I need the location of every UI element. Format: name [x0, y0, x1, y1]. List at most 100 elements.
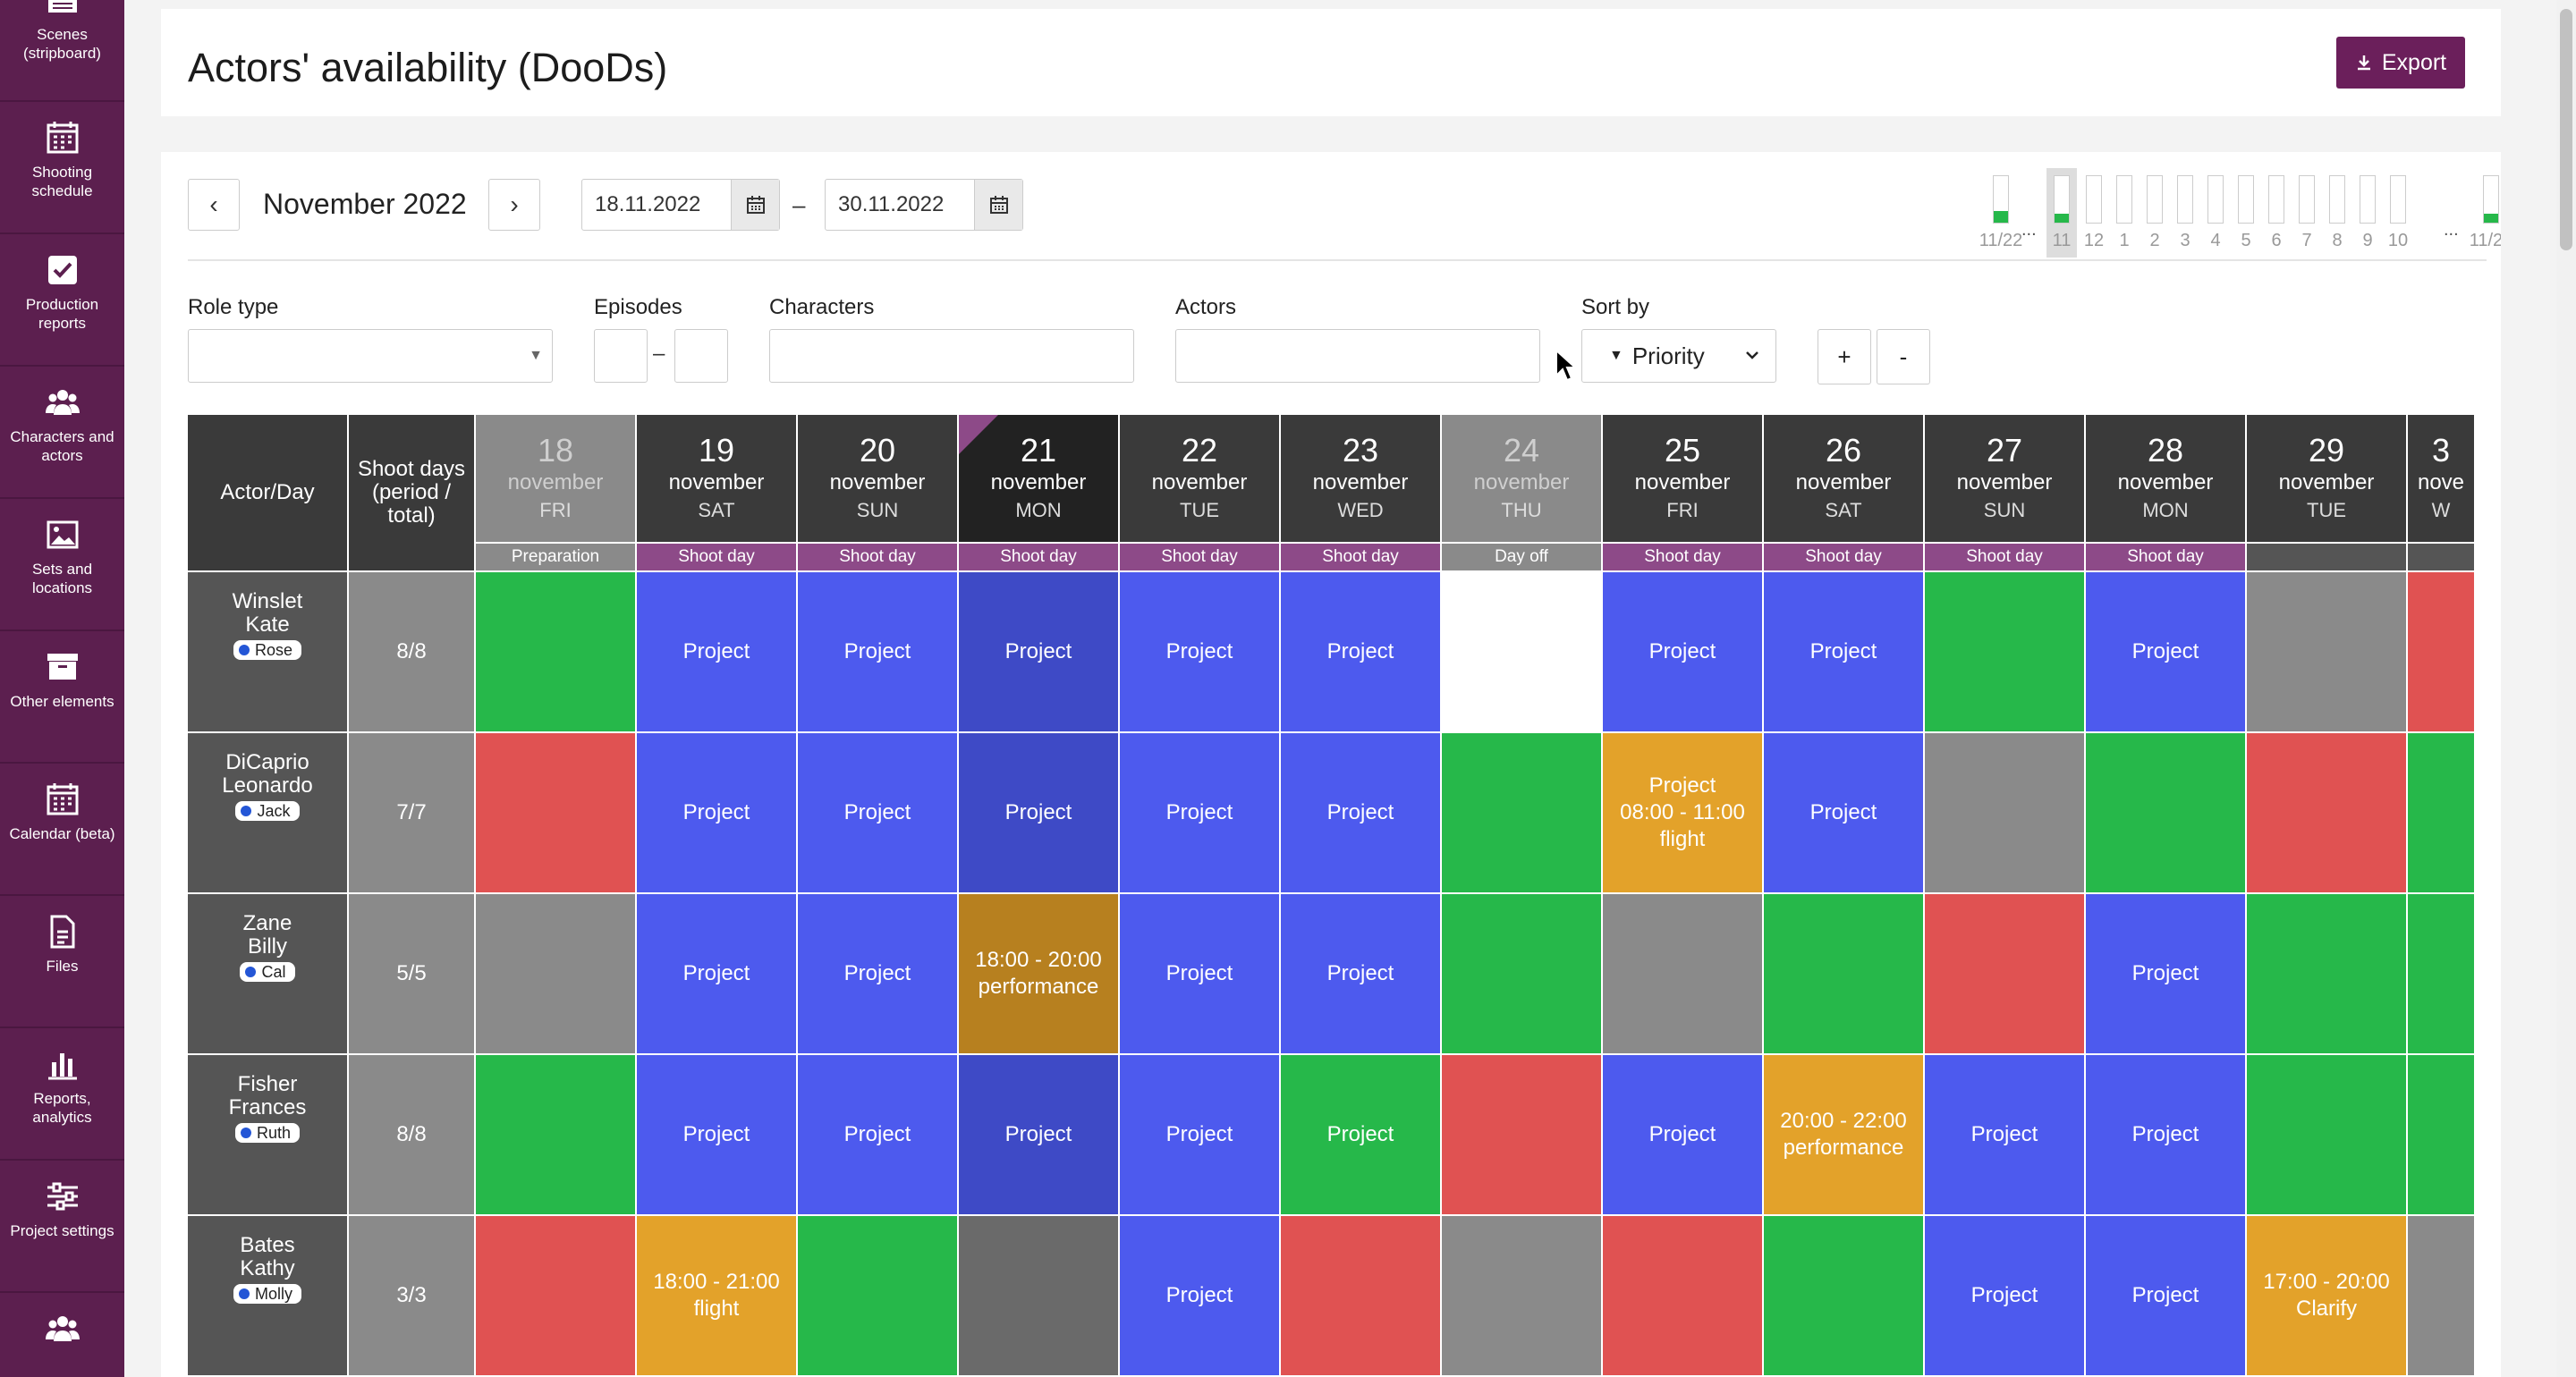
calendar-icon[interactable]: [731, 180, 779, 230]
availability-cell[interactable]: Project: [637, 572, 796, 731]
sort-select[interactable]: ▼ Priority: [1581, 329, 1776, 383]
availability-cell[interactable]: Project: [1281, 1055, 1440, 1214]
date-from-value[interactable]: 18.11.2022: [582, 180, 731, 230]
availability-cell[interactable]: Project: [798, 572, 957, 731]
availability-cell[interactable]: Project: [2086, 1055, 2245, 1214]
scrollbar-thumb[interactable]: [2560, 9, 2572, 250]
day-header[interactable]: 27 november SUN: [1925, 415, 2084, 542]
availability-cell[interactable]: [1925, 733, 2084, 892]
availability-cell[interactable]: Project: [959, 572, 1118, 731]
availability-cell[interactable]: [959, 1216, 1118, 1375]
availability-cell[interactable]: [476, 1216, 635, 1375]
actor-cell[interactable]: Winslet Kate Rose: [188, 572, 347, 731]
availability-cell[interactable]: [476, 1055, 635, 1214]
sidebar-item-0[interactable]: Scenes (stripboard): [0, 0, 124, 102]
day-header[interactable]: 23 november WED: [1281, 415, 1440, 542]
availability-cell[interactable]: Project: [2086, 572, 2245, 731]
export-button[interactable]: Export: [2336, 37, 2465, 89]
availability-cell[interactable]: 20:00 - 22:00 performance: [1764, 1055, 1923, 1214]
availability-cell[interactable]: [1442, 894, 1601, 1053]
date-to-field[interactable]: 30.11.2022: [825, 179, 1023, 231]
day-header[interactable]: 24 november THU: [1442, 415, 1601, 542]
availability-cell[interactable]: [2408, 572, 2474, 731]
timeline-overview[interactable]: 11/2211121234567891011/22......: [1979, 168, 2501, 258]
availability-cell[interactable]: [1925, 572, 2084, 731]
availability-cell[interactable]: [1764, 1216, 1923, 1375]
availability-cell[interactable]: [2408, 1055, 2474, 1214]
availability-cell[interactable]: Project: [1764, 733, 1923, 892]
availability-cell[interactable]: Project: [1603, 1055, 1762, 1214]
availability-cell[interactable]: [1925, 894, 2084, 1053]
actor-cell[interactable]: Bates Kathy Molly: [188, 1216, 347, 1375]
sidebar-item-6[interactable]: Calendar (beta): [0, 765, 124, 896]
date-to-value[interactable]: 30.11.2022: [826, 180, 974, 230]
sidebar-item-3[interactable]: Characters and actors: [0, 368, 124, 499]
availability-cell[interactable]: Project: [798, 1055, 957, 1214]
availability-cell[interactable]: [1764, 894, 1923, 1053]
sidebar-item-2[interactable]: Production reports: [0, 236, 124, 367]
scrollbar[interactable]: [2556, 0, 2576, 1377]
timeline-day[interactable]: 11/22: [2470, 168, 2501, 258]
day-header[interactable]: 29 november TUE: [2247, 415, 2406, 542]
day-header[interactable]: 3 nove W: [2408, 415, 2474, 542]
episode-from-input[interactable]: [594, 329, 648, 383]
availability-cell[interactable]: [798, 1216, 957, 1375]
actor-cell[interactable]: Zane Billy Cal: [188, 894, 347, 1053]
availability-cell[interactable]: [2247, 1055, 2406, 1214]
availability-cell[interactable]: Project: [959, 733, 1118, 892]
day-header[interactable]: 25 november FRI: [1603, 415, 1762, 542]
availability-cell[interactable]: Project: [1120, 1055, 1279, 1214]
availability-cell[interactable]: Project: [1764, 572, 1923, 731]
availability-cell[interactable]: 18:00 - 20:00 performance: [959, 894, 1118, 1053]
day-header[interactable]: 26 november SAT: [1764, 415, 1923, 542]
sidebar-item-8[interactable]: Reports, analytics: [0, 1030, 124, 1161]
availability-cell[interactable]: Project: [1281, 733, 1440, 892]
timeline-day[interactable]: 10: [2383, 168, 2413, 258]
availability-cell[interactable]: Project: [637, 894, 796, 1053]
timeline-day[interactable]: 11/22: [1979, 168, 2022, 258]
availability-cell[interactable]: Project: [1120, 894, 1279, 1053]
sidebar-item-7[interactable]: Files: [0, 898, 124, 1028]
next-month-button[interactable]: ›: [488, 179, 540, 231]
sidebar-item-10[interactable]: [0, 1295, 124, 1377]
availability-cell[interactable]: [1442, 1216, 1601, 1375]
zoom-in-button[interactable]: +: [1818, 329, 1871, 384]
availability-cell[interactable]: [1603, 1216, 1762, 1375]
availability-cell[interactable]: Project: [959, 1055, 1118, 1214]
availability-cell[interactable]: [2408, 1216, 2474, 1375]
availability-cell[interactable]: Project: [637, 733, 796, 892]
role-type-select[interactable]: ▼: [188, 329, 553, 383]
availability-cell[interactable]: Project: [1120, 572, 1279, 731]
availability-cell[interactable]: [2247, 894, 2406, 1053]
availability-cell[interactable]: [1281, 1216, 1440, 1375]
availability-cell[interactable]: Project: [1120, 733, 1279, 892]
characters-input[interactable]: [769, 329, 1134, 383]
day-header[interactable]: 21 november MON: [959, 415, 1118, 542]
sidebar-item-5[interactable]: Other elements: [0, 633, 124, 764]
sidebar-item-9[interactable]: Project settings: [0, 1162, 124, 1293]
availability-cell[interactable]: Project: [2086, 1216, 2245, 1375]
availability-cell[interactable]: Project 08:00 - 11:00 flight: [1603, 733, 1762, 892]
availability-cell[interactable]: [1442, 1055, 1601, 1214]
availability-cell[interactable]: 18:00 - 21:00 flight: [637, 1216, 796, 1375]
availability-cell[interactable]: Project: [1281, 572, 1440, 731]
availability-cell[interactable]: [2247, 572, 2406, 731]
day-header[interactable]: 22 november TUE: [1120, 415, 1279, 542]
availability-cell[interactable]: Project: [637, 1055, 796, 1214]
day-header[interactable]: 18 november FRI: [476, 415, 635, 542]
calendar-icon[interactable]: [974, 180, 1022, 230]
availability-cell[interactable]: 17:00 - 20:00 Clarify: [2247, 1216, 2406, 1375]
availability-cell[interactable]: Project: [2086, 894, 2245, 1053]
actors-input[interactable]: [1175, 329, 1540, 383]
availability-cell[interactable]: [2408, 894, 2474, 1053]
availability-cell[interactable]: [476, 894, 635, 1053]
availability-cell[interactable]: [1603, 894, 1762, 1053]
sidebar-item-4[interactable]: Sets and locations: [0, 501, 124, 631]
actor-cell[interactable]: DiCaprio Leonardo Jack: [188, 733, 347, 892]
actor-cell[interactable]: Fisher Frances Ruth: [188, 1055, 347, 1214]
availability-cell[interactable]: [1442, 572, 1601, 731]
availability-cell[interactable]: Project: [798, 894, 957, 1053]
availability-cell[interactable]: [2247, 733, 2406, 892]
availability-cell[interactable]: Project: [798, 733, 957, 892]
zoom-out-button[interactable]: -: [1877, 329, 1930, 384]
